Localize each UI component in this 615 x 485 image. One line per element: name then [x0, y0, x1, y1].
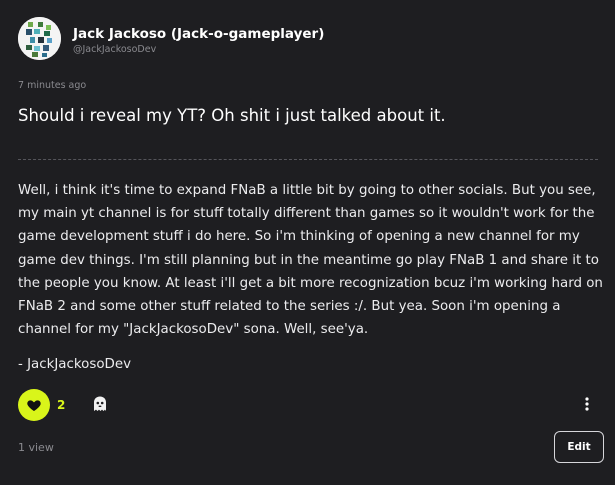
- post-title: Should i reveal my YT? Oh shit i just ta…: [18, 106, 446, 125]
- author-handle: @JackJackosoDev: [73, 44, 157, 55]
- post-timestamp: 7 minutes ago: [18, 80, 87, 91]
- like-count: 2: [57, 398, 66, 412]
- divider: [18, 159, 598, 160]
- heart-icon: [27, 400, 41, 411]
- pixel-art-avatar-icon: [18, 17, 61, 60]
- avatar[interactable]: [18, 17, 61, 60]
- reaction-button[interactable]: [89, 393, 111, 415]
- more-options-button[interactable]: [577, 394, 597, 414]
- post-body: Well, i think it's time to expand FNaB a…: [18, 179, 608, 377]
- author-name[interactable]: Jack Jackoso (Jack-o-gameplayer): [73, 26, 324, 42]
- view-count: 1 view: [18, 441, 54, 454]
- more-vertical-icon: [585, 397, 589, 411]
- like-button[interactable]: [18, 389, 50, 421]
- edit-button[interactable]: Edit: [554, 431, 604, 463]
- post-body-text: Well, i think it's time to expand FNaB a…: [18, 183, 603, 338]
- post-signature: - JackJackosoDev: [18, 357, 131, 373]
- ghost-icon: [94, 396, 106, 411]
